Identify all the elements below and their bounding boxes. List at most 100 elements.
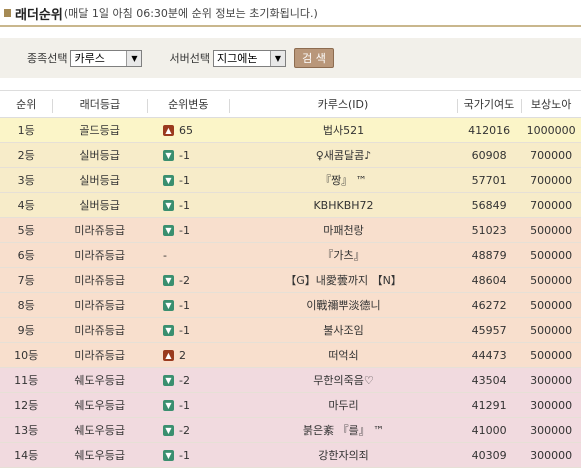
character-id-cell: 마패천랑 xyxy=(323,224,364,237)
rank-change-cell: ▼ -1 xyxy=(147,149,230,162)
reward-cell: 300000 xyxy=(530,373,573,387)
rank-change-value: -1 xyxy=(178,448,190,462)
arrow-down-icon: ▼ xyxy=(162,149,174,161)
page-title-bar: 래더순위 (매달 1일 아침 06:30분에 순위 정보는 초기화됩니다.) xyxy=(0,0,581,26)
rank-change-cell: ▼ -1 xyxy=(147,299,230,312)
character-id-cell: 마두리 xyxy=(328,399,359,412)
character-id-cell: 떠억쇠 xyxy=(328,349,359,362)
page-title: 래더순위 xyxy=(15,7,63,23)
grade-cell: 미라쥬등급 xyxy=(74,224,125,237)
column-header-grade: 래더등급 xyxy=(52,96,147,113)
character-id-cell: 강한자의죄 xyxy=(318,449,369,462)
contribution-cell: 46272 xyxy=(471,298,507,312)
arrow-down-icon: ▼ xyxy=(162,374,174,386)
character-id-cell: 붉은紊 『를』 ™ xyxy=(302,424,385,437)
rank-change-cell: - xyxy=(147,249,230,262)
reward-cell: 700000 xyxy=(530,148,573,162)
rank-change-value: -2 xyxy=(178,423,190,437)
rank-cell: 4등 xyxy=(17,199,35,212)
arrow-down-icon: ▼ xyxy=(162,449,174,461)
rank-change-value: -2 xyxy=(178,273,190,287)
rank-cell: 8등 xyxy=(17,299,35,312)
rank-change-cell: ▼ -2 xyxy=(147,274,230,287)
rank-cell: 10등 xyxy=(14,349,39,362)
title-divider xyxy=(0,25,581,27)
rank-change-value: - xyxy=(162,248,167,262)
rank-cell: 9등 xyxy=(17,324,35,337)
rank-change-value: -1 xyxy=(178,398,190,412)
table-row: 5등 미라쥬등급 ▼ -1 마패천랑 51023 500000 xyxy=(0,218,581,243)
rank-change-cell: ▼ -1 xyxy=(147,174,230,187)
rank-change-cell: ▲ 2 xyxy=(147,349,230,362)
arrow-down-icon: ▼ xyxy=(162,174,174,186)
grade-cell: 실버등급 xyxy=(79,149,120,162)
title-bullet-icon xyxy=(4,9,11,17)
tribe-select-value: 카루스 xyxy=(74,51,105,65)
table-row: 1등 골드등급 ▲ 65 법사521 412016 1000000 xyxy=(0,118,581,143)
contribution-cell: 41000 xyxy=(471,423,507,437)
table-row: 10등 미라쥬등급 ▲ 2 떠억쇠 44473 500000 xyxy=(0,343,581,368)
rank-change-value: -1 xyxy=(178,298,190,312)
rank-change-value: -1 xyxy=(178,323,190,337)
rank-change-cell: ▼ -1 xyxy=(147,449,230,462)
contribution-cell: 48604 xyxy=(471,273,507,287)
contribution-cell: 412016 xyxy=(468,123,511,137)
column-header-rank: 순위 xyxy=(16,98,37,111)
grade-cell: 쉐도우등급 xyxy=(74,374,125,387)
rank-cell: 1등 xyxy=(17,124,35,137)
contribution-cell: 45957 xyxy=(471,323,507,337)
column-header-id: 카루스(ID) xyxy=(229,96,456,113)
rank-cell: 14등 xyxy=(14,449,39,462)
table-row: 9등 미라쥬등급 ▼ -1 불사조임 45957 500000 xyxy=(0,318,581,343)
rank-cell: 3등 xyxy=(17,174,35,187)
rank-cell: 5등 xyxy=(17,224,35,237)
reward-cell: 300000 xyxy=(530,448,573,462)
arrow-down-icon: ▼ xyxy=(162,224,174,236)
table-row: 12등 쉐도우등급 ▼ -1 마두리 41291 300000 xyxy=(0,393,581,418)
ladder-ranking-table: 순위 래더등급 순위변동 카루스(ID) 국가기여도 보상노아 1등 골드등급 ▲ 6… xyxy=(0,90,581,468)
grade-cell: 미라쥬등급 xyxy=(74,274,125,287)
rank-cell: 7등 xyxy=(17,274,35,287)
grade-cell: 실버등급 xyxy=(79,174,120,187)
rank-change-value: -1 xyxy=(178,148,190,162)
rank-change-value: -2 xyxy=(178,373,190,387)
rank-change-value: 65 xyxy=(178,123,193,137)
reward-cell: 700000 xyxy=(530,198,573,212)
grade-cell: 쉐도우등급 xyxy=(74,424,125,437)
rank-cell: 13등 xyxy=(14,424,39,437)
chevron-down-icon[interactable]: ▼ xyxy=(126,50,142,66)
tribe-select-label: 종족선택 xyxy=(27,52,68,65)
contribution-cell: 43504 xyxy=(471,373,507,387)
table-row: 7등 미라쥬등급 ▼ -2 【G】내愛蕓까지 【N】 48604 500000 xyxy=(0,268,581,293)
tribe-select[interactable]: 카루스 ▼ xyxy=(70,49,143,67)
character-id-cell: 이戰禰뿌淡德니 xyxy=(306,299,381,312)
reward-cell: 500000 xyxy=(530,223,573,237)
server-select-value: 지그에논 xyxy=(216,51,258,65)
table-row: 13등 쉐도우등급 ▼ -2 붉은紊 『를』 ™ 41000 300000 xyxy=(0,418,581,443)
grade-cell: 미라쥬등급 xyxy=(74,299,125,312)
server-select[interactable]: 지그에논 ▼ xyxy=(212,49,286,67)
reset-notice: (매달 1일 아침 06:30분에 순위 정보는 초기화됩니다.) xyxy=(63,7,318,20)
reward-cell: 500000 xyxy=(530,248,573,262)
character-id-cell: 무한의죽음♡ xyxy=(313,374,374,387)
reward-cell: 500000 xyxy=(530,348,573,362)
reward-cell: 500000 xyxy=(530,298,573,312)
rank-change-value: -1 xyxy=(178,223,190,237)
character-id-cell: 법사521 xyxy=(322,124,365,137)
contribution-cell: 56849 xyxy=(471,198,507,212)
table-row: 3등 실버등급 ▼ -1 『짱』 ™ 57701 700000 xyxy=(0,168,581,193)
arrow-down-icon: ▼ xyxy=(162,424,174,436)
reward-cell: 500000 xyxy=(530,323,573,337)
chevron-down-icon[interactable]: ▼ xyxy=(269,50,285,66)
search-button[interactable]: 검 색 xyxy=(293,48,334,68)
rank-cell: 11등 xyxy=(14,374,39,387)
reward-cell: 500000 xyxy=(530,273,573,287)
table-body: 1등 골드등급 ▲ 65 법사521 412016 1000000 2등 실버등급 ▼ -1 ♀새콤달… xyxy=(0,118,581,468)
rank-cell: 6등 xyxy=(17,249,35,262)
character-id-cell: 『가츠』 xyxy=(322,249,365,262)
contribution-cell: 48879 xyxy=(471,248,507,262)
grade-cell: 미라쥬등급 xyxy=(74,249,125,262)
rank-cell: 12등 xyxy=(14,399,39,412)
character-id-cell: 【G】내愛蕓까지 【N】 xyxy=(285,274,402,287)
server-select-label: 서버선택 xyxy=(169,52,210,65)
